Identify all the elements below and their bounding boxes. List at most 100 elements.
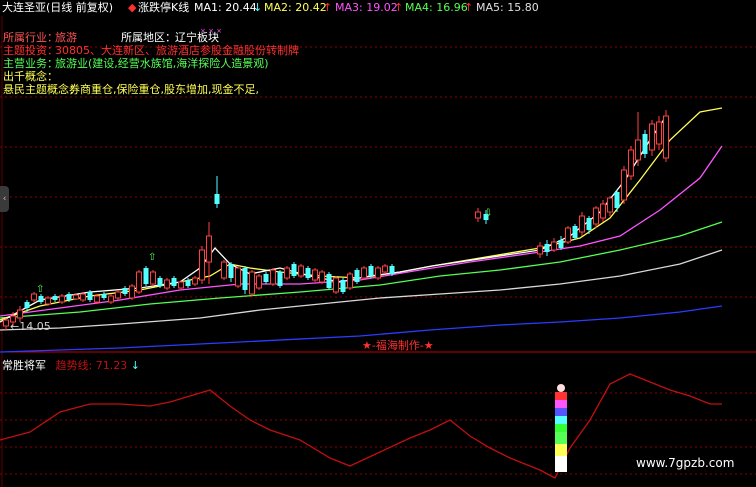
- business-value: 旅游业(建设,经营水族馆,海洋探险人造景观): [55, 57, 269, 70]
- candle-body: [475, 211, 481, 219]
- candle-body: [242, 268, 248, 290]
- candle-body: [129, 285, 135, 299]
- candle-body: [354, 270, 360, 282]
- low-price-value: 14.05: [19, 320, 51, 333]
- candle-body: [656, 121, 662, 145]
- candle-body: [249, 271, 255, 295]
- candle-body: [171, 278, 177, 286]
- stock-title[interactable]: 大连圣亚(日线 前复权): [2, 0, 113, 16]
- candle-body: [256, 275, 262, 289]
- candle-body: [649, 123, 655, 151]
- ma5-label: MA5: 15.80: [476, 1, 539, 14]
- left-collapse-tab[interactable]: ‹: [0, 186, 9, 212]
- candle-body: [52, 296, 58, 300]
- candle-body: [199, 249, 205, 281]
- ma6-line: [0, 305, 723, 353]
- stock-info: 所属行业： 旅游 所属地区： 辽宁板块 主题投资： 30805、大连新区、旅游酒…: [3, 17, 403, 97]
- candle-body: [284, 267, 290, 279]
- candle-body: [340, 280, 346, 292]
- ma1-label: MA1: 20.44: [194, 1, 257, 14]
- sub-title[interactable]: 常胜将军: [2, 359, 46, 372]
- theme-value: 30805、大连新区、旅游酒店参股金融股份转制牌: [55, 44, 299, 57]
- theme-label: 主题投资：: [3, 44, 58, 57]
- candle-body: [537, 245, 543, 255]
- candle-body: [551, 241, 557, 251]
- candle-body: [164, 279, 170, 289]
- watermark-label: ★-福海制作-★: [362, 339, 434, 352]
- indicator-name[interactable]: 涨跌停K线: [138, 0, 189, 16]
- low-price-label: ←14.05: [10, 320, 51, 333]
- candle-body: [185, 280, 191, 286]
- candle-body: [389, 266, 395, 274]
- candle-body: [24, 302, 30, 308]
- candle-body: [607, 197, 613, 213]
- grid-lines: [0, 46, 756, 475]
- candle-body: [136, 271, 142, 293]
- candle-body: [375, 267, 381, 279]
- candle-body: [73, 294, 79, 300]
- candle-body: [277, 272, 283, 286]
- candle-body: [17, 309, 23, 319]
- candle-body: [38, 296, 44, 302]
- candle-body: [572, 226, 578, 238]
- candle-body: [3, 319, 9, 327]
- site-watermark: www.7gpzb.com: [636, 456, 735, 470]
- candle-body: [333, 277, 339, 293]
- header-bar: 大连圣亚(日线 前复权) ◆ 涨跌停K线 MA1: 20.44 ↓ MA2: 2…: [0, 0, 756, 16]
- candle-body: [192, 277, 198, 285]
- candle-body: [635, 139, 641, 161]
- candle-body: [87, 292, 93, 300]
- industry-label: 所属行业：: [3, 31, 58, 44]
- region-value: 辽宁板块: [175, 31, 219, 44]
- candle-body: [663, 115, 669, 159]
- candle-body: [382, 265, 388, 273]
- candle-body: [143, 268, 149, 284]
- candle-body: [298, 265, 304, 277]
- candle-body: [565, 227, 571, 243]
- ma2-line: [0, 107, 723, 321]
- candle-body: [228, 264, 234, 278]
- candle-body: [621, 169, 627, 201]
- candle-body: [326, 274, 332, 288]
- ma1-arrow-icon: ↓: [253, 1, 263, 14]
- candle-body: [235, 267, 241, 287]
- trend-arrow-icon: ↓: [130, 359, 140, 372]
- candle-body: [263, 274, 269, 282]
- candle-body: [101, 294, 107, 298]
- candle-body: [305, 268, 311, 278]
- ma4-label: MA4: 16.96: [405, 1, 468, 14]
- ma2-arrow-icon: ↑: [323, 1, 333, 14]
- candle-body: [614, 192, 620, 208]
- candle-body: [221, 261, 227, 279]
- candle-body: [642, 134, 648, 154]
- ma3-arrow-icon: ↑: [394, 1, 404, 14]
- candle-body: [178, 281, 184, 289]
- candle-body: [291, 264, 297, 276]
- candle-body: [544, 244, 550, 252]
- candle-body: [80, 293, 86, 301]
- candle-body: [206, 235, 212, 263]
- candle-body: [361, 267, 367, 279]
- region-label: 所属地区：: [121, 31, 176, 44]
- candle-body: [312, 269, 318, 281]
- trend-line: [0, 373, 722, 479]
- candle-body: [66, 294, 72, 300]
- candle-body: [270, 269, 276, 285]
- signal-column: [555, 384, 567, 472]
- candle-body: [558, 240, 564, 248]
- candle-body: [214, 194, 220, 204]
- candle-body: [150, 271, 156, 285]
- candle-body: [59, 295, 65, 303]
- ma3-label: MA3: 19.02: [335, 1, 398, 14]
- candle-body: [628, 149, 634, 177]
- candle-body: [586, 218, 592, 230]
- trend-label: 趋势线: 71.23: [55, 359, 128, 372]
- candle-body: [94, 295, 100, 303]
- industry-value: 旅游: [55, 31, 77, 44]
- candle-body: [600, 203, 606, 219]
- hot-value: 券商重仓,保险重仓,股东增加,现金不足,: [69, 83, 259, 96]
- collapse-arrow-icon: ‹: [2, 194, 7, 204]
- candle-body: [122, 288, 128, 294]
- candle-body: [319, 271, 325, 283]
- sub-chart-header: 常胜将军 趋势线: 71.23 ↓: [2, 357, 140, 373]
